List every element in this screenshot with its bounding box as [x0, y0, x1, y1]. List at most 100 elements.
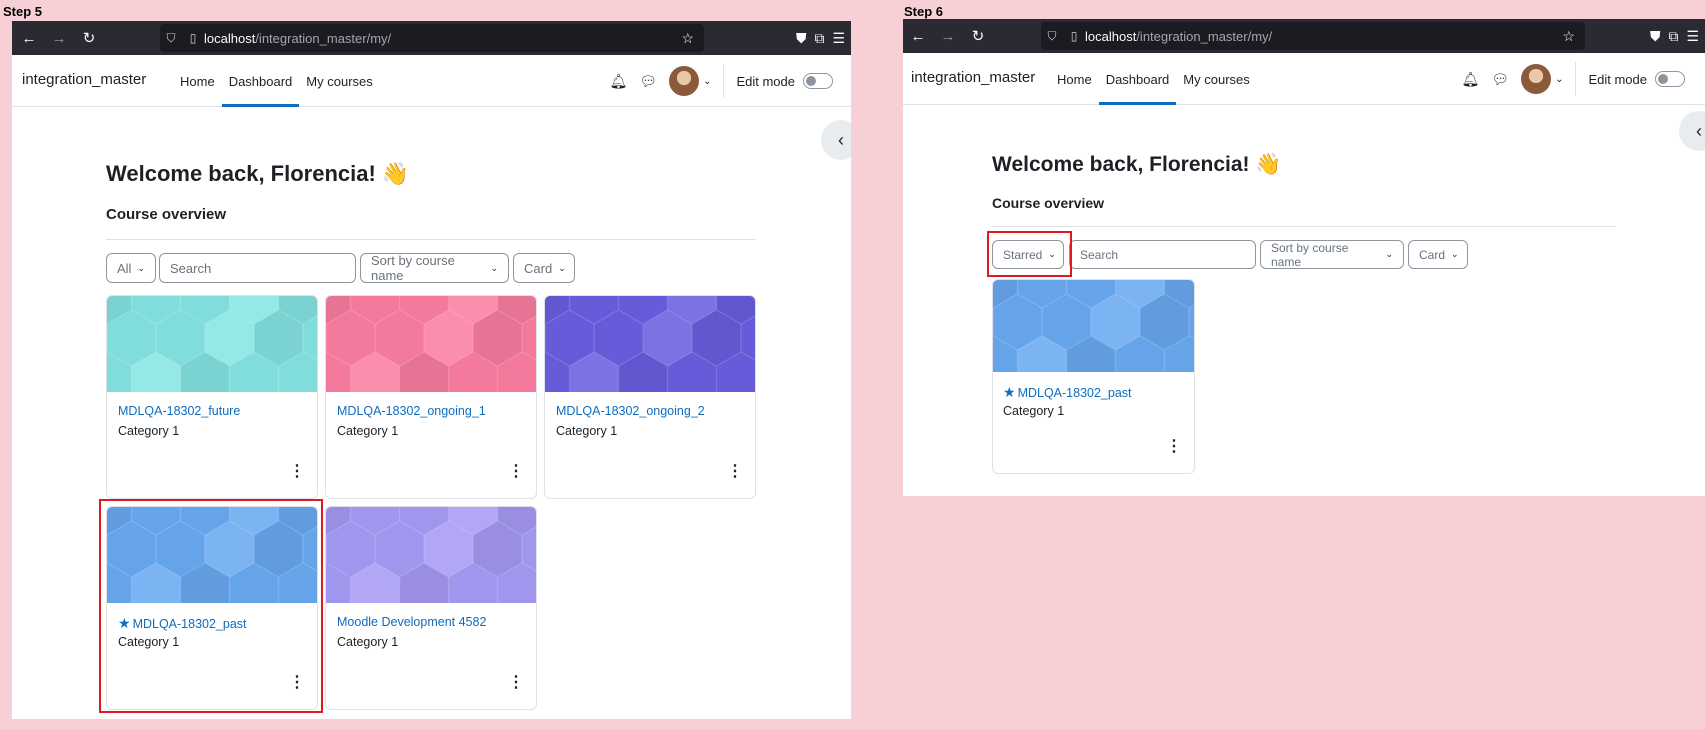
edit-mode-label: Edit mode [736, 73, 795, 89]
search-input[interactable]: Search [1069, 240, 1256, 269]
course-name: MDLQA-18302_ongoing_2 [556, 404, 705, 418]
course-actions-menu-icon[interactable]: ⋮ [727, 464, 743, 480]
view-dropdown[interactable]: Card ⌄ [1408, 240, 1468, 269]
star-icon: ★ [1003, 384, 1016, 400]
pocket-icon[interactable]: ⛊ [1650, 28, 1661, 45]
course-title-link[interactable]: ★ MDLQA-18302_past [1003, 384, 1132, 401]
nav-home[interactable]: Home [1050, 53, 1099, 105]
course-actions-menu-icon[interactable]: ⋮ [508, 464, 524, 480]
edit-mode-toggle[interactable] [1655, 71, 1685, 87]
course-actions-menu-icon[interactable]: ⋮ [1166, 439, 1182, 455]
avatar[interactable] [1521, 64, 1552, 94]
header-user-area: 🔔︎ 💬︎ ⌄ Edit mode [1462, 53, 1685, 105]
highlight-box [987, 231, 1072, 277]
course-title-link[interactable]: MDLQA-18302_ongoing_2 [556, 404, 705, 418]
sort-label: Sort by course name [1271, 240, 1349, 269]
edit-mode-toggle[interactable] [803, 73, 833, 89]
chevron-down-icon[interactable]: ⌄ [703, 76, 711, 87]
chevron-down-icon[interactable]: ⌄ [1555, 74, 1563, 85]
course-overview-heading: Course overview [106, 206, 227, 223]
bookmark-star-icon[interactable]: ☆ [681, 30, 694, 47]
chevron-down-icon: ⌄ [137, 262, 145, 273]
search-placeholder: Search [170, 260, 212, 276]
bookmark-star-icon[interactable]: ☆ [1562, 28, 1575, 45]
avatar[interactable] [669, 66, 700, 96]
page-icon: ▯ [189, 31, 197, 45]
step-label-6: Step 6 [904, 4, 944, 19]
reload-icon[interactable]: ↻ [965, 23, 991, 49]
reload-icon[interactable]: ↻ [76, 25, 102, 51]
course-image[interactable] [545, 296, 755, 493]
url-host: localhost [204, 30, 256, 46]
course-image-pattern [326, 507, 536, 704]
site-brand[interactable]: integration_master [22, 71, 146, 88]
divider [992, 226, 1616, 227]
nav-my-courses[interactable]: My courses [299, 55, 379, 107]
bell-icon[interactable]: 🔔︎ [610, 73, 628, 90]
chevron-down-icon: ⌄ [558, 262, 566, 273]
chat-icon[interactable]: 💬︎ [1491, 71, 1509, 88]
chat-icon[interactable]: 💬︎ [639, 73, 657, 90]
highlight-box [99, 499, 323, 713]
divider [723, 64, 725, 98]
back-icon[interactable]: ← [16, 25, 42, 51]
course-card[interactable]: MDLQA-18302_future Category 1 ⋮ [106, 295, 318, 499]
course-title-link[interactable]: Moodle Development 4582 [337, 615, 486, 629]
sort-dropdown[interactable]: Sort by course name ⌄ [1260, 240, 1404, 269]
course-title-link[interactable]: MDLQA-18302_ongoing_1 [337, 404, 486, 418]
course-actions-menu-icon[interactable]: ⋮ [289, 464, 305, 480]
url-host: localhost [1085, 28, 1137, 44]
bell-icon[interactable]: 🔔︎ [1462, 71, 1480, 88]
divider [106, 239, 756, 240]
course-name: MDLQA-18302_past [1017, 386, 1132, 400]
menu-icon[interactable]: ☰ [1686, 28, 1699, 45]
search-placeholder: Search [1080, 247, 1119, 262]
block-drawer-toggle[interactable]: ‹ [821, 120, 851, 160]
course-image[interactable] [326, 507, 536, 704]
edit-mode-label: Edit mode [1588, 71, 1647, 87]
chevron-down-icon: ⌄ [1451, 249, 1459, 259]
pocket-icon[interactable]: ⛊ [796, 30, 807, 47]
course-category: Category 1 [337, 424, 399, 438]
block-drawer-toggle[interactable]: ‹ [1679, 111, 1705, 151]
course-actions-menu-icon[interactable]: ⋮ [508, 675, 524, 691]
course-image[interactable] [107, 296, 317, 493]
course-card[interactable]: MDLQA-18302_ongoing_1 Category 1 ⋮ [325, 295, 537, 499]
forward-icon[interactable]: → [935, 23, 961, 49]
extensions-icon[interactable]: ⧉ [1668, 28, 1678, 45]
page-icon: ▯ [1070, 29, 1078, 43]
grouping-filter-label: All [117, 260, 132, 276]
course-card[interactable]: MDLQA-18302_ongoing_2 Category 1 ⋮ [544, 295, 756, 499]
nav-my-courses[interactable]: My courses [1176, 53, 1256, 105]
grouping-filter-dropdown[interactable]: All ⌄ [106, 253, 156, 283]
page-title: Welcome back, Florencia! 👋 [106, 161, 410, 186]
view-label: Card [1419, 247, 1446, 262]
view-dropdown[interactable]: Card ⌄ [513, 253, 575, 283]
url-bar[interactable]: ⛉ ▯ localhost/integration_master/my/ ☆ [1041, 22, 1585, 50]
nav-dashboard[interactable]: Dashboard [1098, 53, 1177, 105]
browser-tools: ⛊ ⧉ ☰ [1650, 19, 1699, 53]
menu-icon[interactable]: ☰ [832, 30, 845, 47]
course-title-link[interactable]: MDLQA-18302_future [118, 404, 240, 418]
page-title: Welcome back, Florencia! 👋 [992, 153, 1282, 176]
header-user-area: 🔔︎ 💬︎ ⌄ Edit mode [610, 55, 833, 107]
search-input[interactable]: Search [159, 253, 356, 283]
course-name: MDLQA-18302_future [118, 404, 241, 418]
back-icon[interactable]: ← [905, 23, 931, 49]
site-header: integration_master Home Dashboard My cou… [903, 53, 1705, 105]
course-image[interactable] [326, 296, 536, 493]
sort-dropdown[interactable]: Sort by course name ⌄ [360, 253, 509, 283]
forward-icon[interactable]: → [46, 25, 72, 51]
nav-dashboard[interactable]: Dashboard [221, 55, 300, 107]
sort-label: Sort by course name [371, 253, 455, 283]
browser-tools: ⛊ ⧉ ☰ [796, 21, 845, 55]
extensions-icon[interactable]: ⧉ [814, 30, 824, 47]
course-category: Category 1 [556, 424, 618, 438]
site-header: integration_master Home Dashboard My cou… [12, 55, 851, 107]
site-brand[interactable]: integration_master [911, 69, 1035, 86]
course-card[interactable]: Moodle Development 4582 Category 1 ⋮ [325, 506, 537, 710]
url-bar[interactable]: ⛉ ▯ localhost/integration_master/my/ ☆ [160, 24, 704, 52]
course-image[interactable] [993, 280, 1194, 473]
nav-home[interactable]: Home [173, 55, 222, 107]
course-card[interactable]: ★ MDLQA-18302_past Category 1 ⋮ [992, 279, 1195, 474]
